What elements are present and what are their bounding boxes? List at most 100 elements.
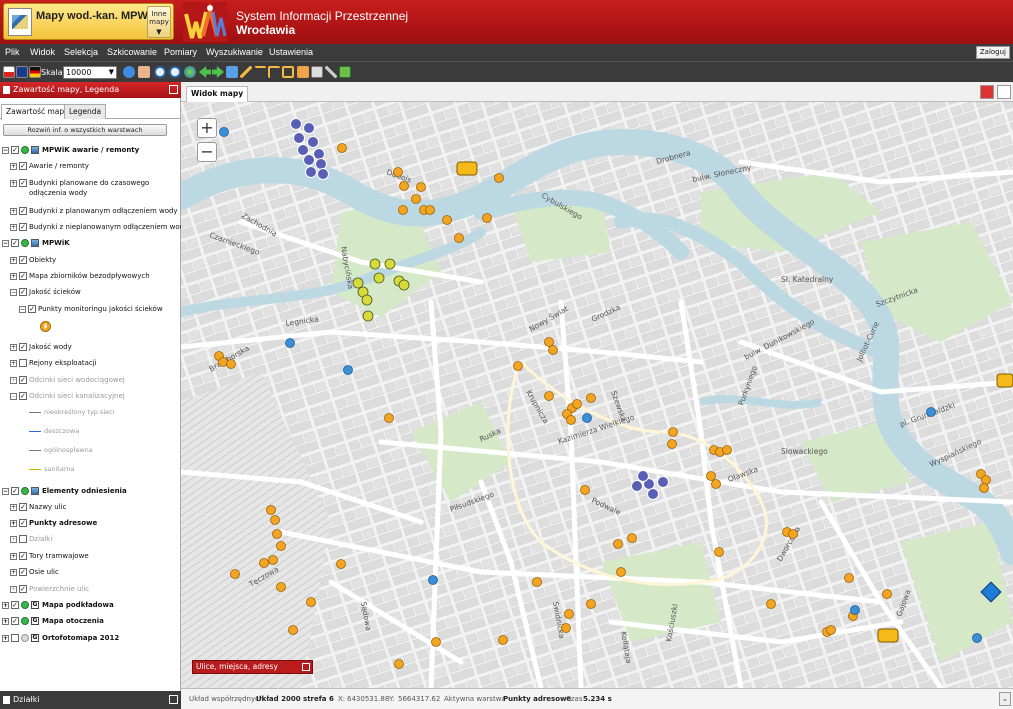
expand-toggle-icon[interactable]: + (10, 207, 17, 215)
menu-ustawienia[interactable]: Ustawienia (269, 47, 313, 57)
measure-angle-icon[interactable] (268, 66, 280, 78)
collapse-icon[interactable] (169, 85, 178, 94)
expand-toggle-icon[interactable]: + (10, 568, 17, 576)
info-icon[interactable] (123, 66, 135, 78)
menu-plik[interactable]: Plik (5, 47, 20, 57)
menu-szkicowanie[interactable]: Szkicowanie (107, 47, 157, 57)
checkbox[interactable]: ✓ (11, 146, 19, 154)
tab-map-content[interactable]: Zawartość mapy (1, 104, 74, 120)
pencil-icon[interactable] (240, 66, 252, 78)
checkbox[interactable]: ✓ (19, 179, 27, 187)
menu-pomiary[interactable]: Pomiary (164, 47, 197, 57)
layer-group[interactable]: − ✓ MPWiK (2, 238, 70, 250)
chevron-down-icon[interactable]: ⌄ (999, 692, 1011, 706)
layer-item[interactable]: + ✓ Powierzchnie ulic (10, 584, 89, 596)
login-button[interactable]: Zaloguj (975, 46, 1010, 59)
collapse-toggle-icon[interactable]: − (2, 146, 9, 154)
zoom-out-button[interactable]: − (197, 142, 217, 162)
checkbox[interactable] (19, 359, 27, 367)
collapse-toggle-icon[interactable]: − (2, 487, 9, 495)
layer-item[interactable]: + ✓ Mapa zbiorników bezodpływowych (10, 271, 150, 283)
checkbox[interactable] (11, 634, 19, 642)
checkbox[interactable]: ✓ (19, 519, 27, 527)
checkbox[interactable]: ✓ (19, 162, 27, 170)
layer-item[interactable]: + ✓ Awarie / remonty (10, 161, 89, 173)
layer-item[interactable]: + ✓ Odcinki sieci wodociągowej (10, 375, 125, 387)
layer-item[interactable]: + Rejony eksploatacji (10, 358, 97, 370)
back-arrow-icon[interactable] (199, 66, 211, 78)
layer-item[interactable]: + ✓ Budynki z planowanym odłączeniem wody (10, 206, 178, 218)
tab-legend[interactable]: Legenda (64, 104, 107, 119)
collapse-toggle-icon[interactable]: − (10, 392, 17, 400)
checkbox[interactable]: ✓ (19, 223, 27, 231)
layer-item[interactable]: + Działki (10, 534, 52, 546)
layer-item[interactable]: + ✓ Tory tramwajowe (10, 551, 89, 563)
checkbox[interactable]: ✓ (19, 343, 27, 351)
checkbox[interactable]: ✓ (11, 239, 19, 247)
address-search-box[interactable]: Ulice, miejsca, adresy (192, 660, 313, 674)
forward-arrow-icon[interactable] (212, 66, 224, 78)
layer-item[interactable]: − ✓ Odcinki sieci kanalizacyjnej (10, 391, 125, 403)
menu-widok[interactable]: Widok (30, 47, 55, 57)
expand-toggle-icon[interactable]: + (10, 272, 17, 280)
link-icon[interactable] (325, 66, 337, 78)
zoom-out-icon[interactable] (169, 66, 181, 78)
layer-item[interactable]: + ✓ Punkty adresowe (10, 518, 97, 530)
expand-toggle-icon[interactable]: + (10, 179, 17, 187)
expand-toggle-icon[interactable]: + (2, 634, 9, 642)
layer-group[interactable]: + ✓ G Mapa podkładowa (2, 600, 114, 612)
expand-toggle-icon[interactable]: + (10, 535, 17, 543)
layer-item[interactable]: + ✓ Jakość wody (10, 342, 72, 354)
layer-group[interactable]: − ✓ MPWiK awarie / remonty (2, 145, 139, 157)
expand-toggle-icon[interactable]: + (10, 343, 17, 351)
checkbox[interactable]: ✓ (19, 376, 27, 384)
checkbox[interactable]: ✓ (19, 585, 27, 593)
expand-toggle-icon[interactable]: + (10, 503, 17, 511)
zoom-in-button[interactable]: + (197, 118, 217, 138)
layer-item[interactable]: + ✓ Budynki z nieplanowanym odłączeniem wo… (10, 222, 188, 234)
layer-item[interactable]: − ✓ Jakość ścieków (10, 287, 81, 299)
print-icon[interactable] (311, 66, 323, 78)
checkbox[interactable]: ✓ (11, 617, 19, 625)
flag-de-icon[interactable] (29, 66, 41, 78)
checkbox[interactable]: ✓ (19, 503, 27, 511)
search-icon[interactable] (997, 85, 1011, 99)
export-icon[interactable] (339, 66, 351, 78)
zoom-in-icon[interactable] (154, 66, 166, 78)
checkbox[interactable]: ✓ (19, 288, 27, 296)
minimize-icon[interactable] (302, 663, 310, 671)
expand-icon[interactable] (169, 695, 178, 704)
full-extent-icon[interactable] (226, 66, 238, 78)
expand-all-button[interactable]: Rozwiń inf. o wszystkich warstwach (3, 124, 167, 136)
expand-toggle-icon[interactable]: + (2, 617, 9, 625)
expand-toggle-icon[interactable]: + (2, 601, 9, 609)
flag-pl-icon[interactable] (3, 66, 15, 78)
expand-toggle-icon[interactable]: + (10, 376, 17, 384)
layer-item[interactable]: + ✓ Nazwy ulic (10, 502, 66, 514)
layer-group[interactable]: − ✓ Elementy odniesienia (2, 486, 127, 498)
checkbox[interactable]: ✓ (19, 256, 27, 264)
pan-hand-icon[interactable] (138, 66, 150, 78)
layer-item[interactable]: + ✓ Osie ulic (10, 567, 59, 579)
tab-map-view[interactable]: Widok mapy (186, 86, 249, 102)
checkbox[interactable]: ✓ (11, 487, 19, 495)
expand-toggle-icon[interactable]: + (10, 519, 17, 527)
checkbox[interactable]: ✓ (19, 568, 27, 576)
collapse-toggle-icon[interactable]: − (2, 239, 9, 247)
checkbox[interactable]: ✓ (11, 601, 19, 609)
map-window-icon[interactable] (980, 85, 994, 99)
expand-toggle-icon[interactable]: + (10, 223, 17, 231)
expand-toggle-icon[interactable]: + (10, 256, 17, 264)
expand-toggle-icon[interactable]: + (10, 585, 17, 593)
globe-icon[interactable] (184, 66, 196, 78)
expand-toggle-icon[interactable]: + (10, 162, 17, 170)
menu-selekcja[interactable]: Selekcja (64, 47, 98, 57)
city-map[interactable]: Drobnera bulw. Słoneczny Dubois Nowy Świ… (181, 102, 1013, 688)
checkbox[interactable] (19, 535, 27, 543)
measure-line-icon[interactable] (254, 66, 266, 78)
crop-icon[interactable] (282, 66, 294, 78)
expand-toggle-icon[interactable]: + (10, 359, 17, 367)
layer-item[interactable]: + ✓ Obiekty (10, 255, 56, 267)
parcels-panel-bar[interactable]: Działki (0, 691, 181, 709)
collapse-toggle-icon[interactable]: − (10, 288, 17, 296)
